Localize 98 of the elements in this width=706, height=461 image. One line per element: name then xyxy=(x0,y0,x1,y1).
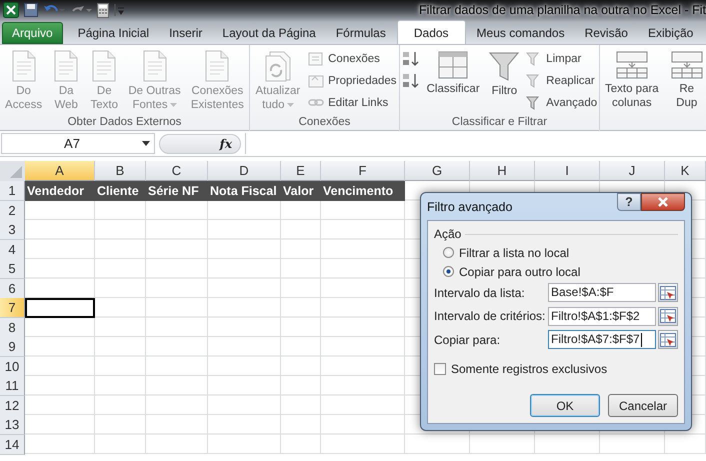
document-icon xyxy=(10,50,38,82)
column-header[interactable]: D xyxy=(208,161,281,181)
dialog-button[interactable]: Cancelar xyxy=(608,394,678,417)
document-icon xyxy=(52,50,80,82)
table-cell: Série NF xyxy=(146,181,208,201)
table-cell: Valor xyxy=(281,181,321,201)
window-title: Filtrar dados de uma planilha na outra no Excel - Fit xyxy=(419,3,706,17)
caret-icon xyxy=(142,141,150,146)
row-header[interactable]: 6 xyxy=(0,278,25,298)
range-picker-icon xyxy=(660,286,676,300)
table-cell: Vencimento xyxy=(321,181,405,201)
ribbon-button[interactable]: Filtro xyxy=(486,48,522,100)
row-header[interactable]: 2 xyxy=(0,200,25,220)
radio-button[interactable] xyxy=(443,266,454,277)
ribbon-button[interactable]: Avançado xyxy=(526,94,598,112)
row-header[interactable]: 3 xyxy=(0,220,25,240)
ribbon-button[interactable]: Texto para colunas xyxy=(602,48,662,112)
sort-icon xyxy=(402,72,420,90)
refresh-icon xyxy=(262,50,293,82)
help-button[interactable]: ? xyxy=(617,193,641,211)
column-header[interactable]: H xyxy=(470,161,535,181)
row-header[interactable]: 12 xyxy=(0,396,25,416)
table-cell: Nota Fiscal xyxy=(208,181,281,201)
range-picker-icon xyxy=(660,309,676,324)
section-label: Ação xyxy=(434,227,462,241)
row-header[interactable]: 8 xyxy=(0,318,25,338)
group-label: Classificar e Filtrar xyxy=(450,115,548,130)
ribbon-tab[interactable]: Meus comandos xyxy=(468,22,574,44)
ribbon-tab[interactable]: Exibição xyxy=(638,22,702,44)
table-icon xyxy=(670,50,703,80)
dialog-button[interactable]: OK xyxy=(530,394,600,417)
close-button[interactable] xyxy=(641,193,685,211)
checkbox[interactable] xyxy=(434,362,446,374)
table-cell: Vendedor xyxy=(25,181,95,201)
radio-label[interactable]: Filtrar a lista no local xyxy=(459,246,570,260)
range-picker-button[interactable] xyxy=(658,306,678,326)
customize-icon[interactable] xyxy=(114,3,124,17)
name-box[interactable]: A7 xyxy=(1,133,155,154)
document-icon xyxy=(90,50,118,82)
sort-icon xyxy=(402,50,420,68)
selected-cell[interactable] xyxy=(25,298,95,318)
insert-function-button[interactable]: fx xyxy=(220,136,232,150)
file-tab[interactable]: Arquivo xyxy=(2,22,63,44)
column-header[interactable]: E xyxy=(281,161,321,181)
column-header[interactable]: K xyxy=(665,161,706,181)
ribbon-tab[interactable]: Layout da Página xyxy=(213,22,325,44)
ribbon-tab[interactable]: Fórmulas xyxy=(326,22,395,44)
radio-label[interactable]: Copiar para outro local xyxy=(459,264,580,278)
row-header[interactable]: 14 xyxy=(0,434,25,454)
ribbon-tab[interactable]: Página Inicial xyxy=(68,22,158,44)
column-header[interactable]: G xyxy=(405,161,470,181)
document-icon xyxy=(140,50,169,82)
range-picker-icon xyxy=(660,332,676,347)
column-header[interactable]: B xyxy=(95,161,146,181)
radio-button[interactable] xyxy=(443,247,454,258)
range-picker-button[interactable] xyxy=(658,330,678,350)
save-icon[interactable] xyxy=(24,3,38,17)
group-label: Conexões xyxy=(298,115,352,130)
field-label: Intervalo de critérios: xyxy=(434,309,546,324)
spreadsheet-app-icon[interactable] xyxy=(3,2,19,18)
row-header[interactable]: 5 xyxy=(0,259,25,279)
funnel-icon xyxy=(489,50,520,82)
table-cell: Cliente xyxy=(95,181,146,201)
ribbon-button[interactable]: Re Dup xyxy=(668,48,706,112)
group-label: Obter Dados Externos xyxy=(66,115,182,130)
field-label: Intervalo da lista: xyxy=(434,286,526,300)
close-icon xyxy=(657,197,669,207)
dialog-title: Filtro avançado xyxy=(427,200,512,214)
table-icon xyxy=(616,50,648,80)
row-header[interactable]: 13 xyxy=(0,415,25,435)
ribbon-tab[interactable]: Revisão xyxy=(576,22,637,44)
field-label: Copiar para: xyxy=(434,332,502,347)
ribbon-button[interactable] xyxy=(402,72,420,90)
ribbon-button[interactable] xyxy=(402,50,420,68)
input-field[interactable]: Base!$A:$F xyxy=(548,283,656,302)
row-header[interactable]: 4 xyxy=(0,240,25,260)
column-header[interactable]: F xyxy=(321,161,405,181)
input-field[interactable]: Filtro!$A$7:$F$7 xyxy=(548,330,656,350)
document-icon xyxy=(203,50,232,82)
column-header[interactable]: A xyxy=(25,161,95,181)
row-header[interactable]: 1 xyxy=(0,181,25,201)
input-field[interactable]: Filtro!$A$1:$F$2 xyxy=(548,306,656,326)
document-icon xyxy=(308,51,324,67)
column-header[interactable]: C xyxy=(146,161,208,181)
row-header[interactable]: 11 xyxy=(0,376,25,396)
row-header[interactable]: 7 xyxy=(0,298,25,318)
column-header[interactable]: J xyxy=(600,161,665,181)
checkbox-label[interactable]: Somente registros exclusivos xyxy=(451,362,608,376)
row-header[interactable]: 10 xyxy=(0,356,25,376)
ribbon-tab[interactable]: Inserir xyxy=(160,22,212,44)
sort-icon xyxy=(438,50,468,80)
ribbon-button[interactable]: Classificar xyxy=(424,48,483,98)
range-picker-button[interactable] xyxy=(658,283,678,302)
ribbon-tab[interactable]: Dados xyxy=(396,20,466,44)
column-header[interactable]: I xyxy=(535,161,600,181)
row-header[interactable]: 9 xyxy=(0,337,25,357)
properties-icon xyxy=(308,73,324,89)
calculator-icon[interactable] xyxy=(97,2,109,18)
